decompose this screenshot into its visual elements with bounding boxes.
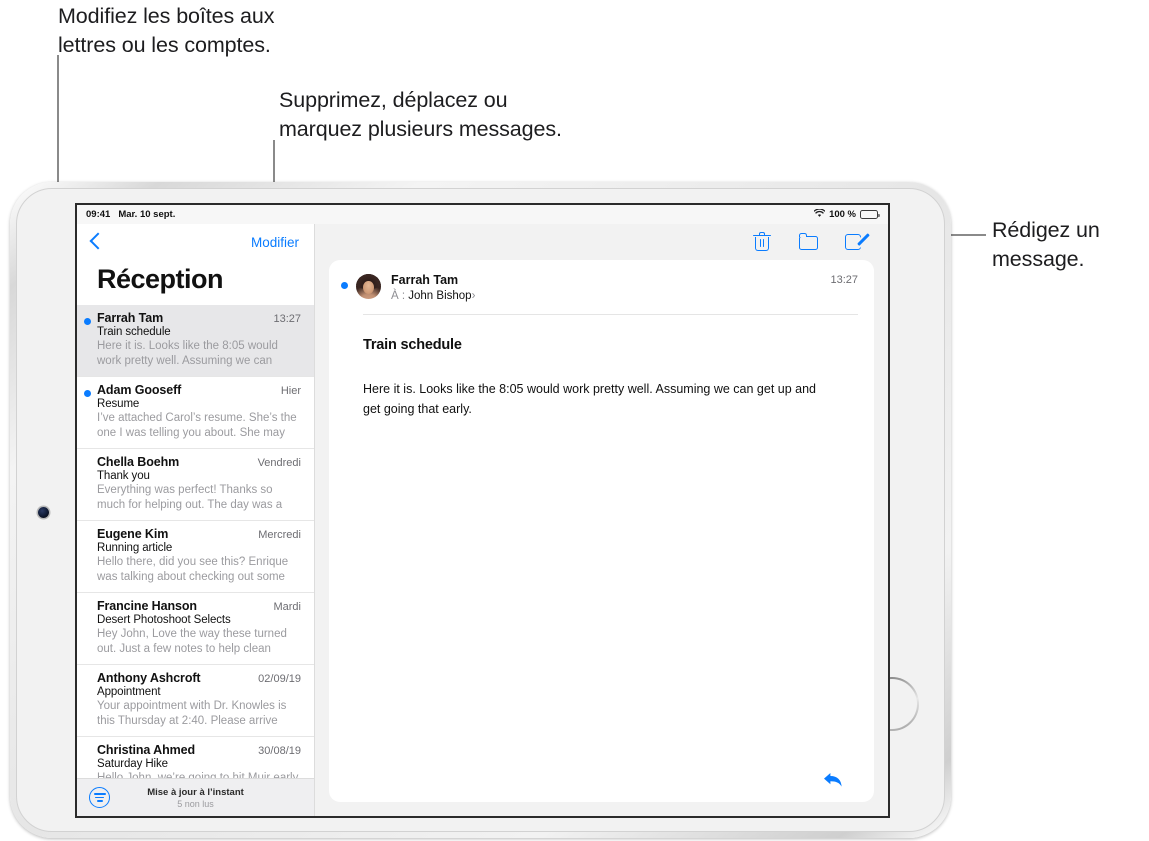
to-name: John Bishop [408, 290, 472, 302]
message-subject: Train schedule [97, 326, 171, 338]
contact-avatar [356, 274, 381, 299]
trash-icon[interactable] [752, 232, 772, 253]
message-subject: Train schedule [363, 337, 462, 353]
mailbox-sidebar: Modifier Réception Farrah Tam 13:27 Train … [77, 224, 315, 816]
message-row-top: Christina Ahmed 30/08/19 [97, 743, 301, 757]
message-row-top: Anthony Ashcroft 02/09/19 [97, 671, 301, 685]
message-list-item[interactable]: Adam Gooseff Hier Resume I’ve attached Caro… [77, 377, 314, 449]
status-bar-right: 100 % [813, 207, 880, 221]
message-sender: Eugene Kim [97, 527, 169, 541]
unread-dot-icon [84, 390, 91, 397]
message-sender: Farrah Tam [391, 273, 459, 287]
sidebar-footer: Mise à jour à l’instant 5 non lus [77, 778, 314, 816]
message-row-top: Francine Hanson Mardi [97, 599, 301, 613]
ipad-device-frame: 09:41 Mar. 10 sept. 100 % Modifier Récep… [10, 182, 951, 838]
message-body: Here it is. Looks like the 8:05 would wo… [363, 382, 817, 416]
message-sender: Christina Ahmed [97, 743, 196, 757]
message-recipient-row[interactable]: À : John Bishop› [391, 290, 820, 302]
split-view: Modifier Réception Farrah Tam 13:27 Train … [77, 224, 888, 816]
message-list-item[interactable]: Francine Hanson Mardi Desert Photoshoot Se… [77, 593, 314, 665]
compose-icon[interactable] [844, 232, 870, 253]
status-date: Mar. 10 sept. [118, 209, 176, 220]
message-preview: Hey John, Love the way these turned out.… [97, 628, 287, 655]
detail-toolbar [315, 224, 888, 260]
message-preview: I’ve attached Carol’s resume. She’s the … [97, 412, 297, 439]
message-date: 13:27 [273, 313, 301, 325]
status-time: 09:41 [86, 209, 111, 220]
message-sender: Farrah Tam [97, 311, 164, 325]
message-subject: Thank you [97, 470, 150, 482]
message-list-item[interactable]: Farrah Tam 13:27 Train schedule Here it is.… [77, 305, 314, 377]
filter-icon[interactable] [89, 787, 110, 808]
message-sender: Anthony Ashcroft [97, 671, 201, 685]
message-row-top: Eugene Kim Mercredi [97, 527, 301, 541]
unread-dot-icon [341, 282, 348, 289]
to-label: À : [391, 290, 406, 302]
message-date: Hier [280, 385, 301, 397]
callout-compose-message: Rédigez un message. [992, 218, 1100, 271]
callout-edit-mailboxes: Modifiez les boîtes aux lettres ou les c… [58, 4, 275, 57]
message-preview: Hello there, did you see this? Enrique w… [97, 556, 289, 583]
message-subject: Desert Photoshoot Selects [97, 614, 231, 626]
message-card: Farrah Tam À : John Bishop› 13:27 Train … [329, 260, 874, 802]
message-preview: Everything was perfect! Thanks so much f… [97, 484, 283, 511]
message-sender: Chella Boehm [97, 455, 180, 469]
message-row-top: Chella Boehm Vendredi [97, 455, 301, 469]
front-camera-icon [38, 507, 49, 518]
message-sender: Francine Hanson [97, 599, 197, 613]
mailbox-status: Mise à jour à l’instant 5 non lus [77, 787, 314, 809]
message-row-top: Farrah Tam 13:27 [97, 311, 301, 325]
message-list[interactable]: Farrah Tam 13:27 Train schedule Here it is.… [77, 305, 314, 778]
message-date: Vendredi [257, 457, 301, 469]
message-preview: Hello John, we’re going to hit Muir earl… [97, 772, 299, 778]
status-bar: 09:41 Mar. 10 sept. 100 % [77, 205, 888, 224]
message-list-item[interactable]: Anthony Ashcroft 02/09/19 Appointment Your … [77, 665, 314, 737]
message-detail-pane: Farrah Tam À : John Bishop› 13:27 Train … [315, 224, 888, 816]
message-date: Mardi [273, 601, 301, 613]
message-header-text: Farrah Tam À : John Bishop› [391, 273, 820, 302]
message-subject: Resume [97, 398, 140, 410]
sidebar-navigation-bar: Modifier [77, 224, 314, 260]
message-sender: Adam Gooseff [97, 383, 182, 397]
message-preview: Here it is. Looks like the 8:05 would wo… [97, 340, 278, 367]
chevron-left-icon[interactable] [89, 231, 102, 253]
wifi-icon [813, 207, 826, 221]
edit-button[interactable]: Modifier [251, 235, 299, 250]
message-subject: Appointment [97, 686, 161, 698]
message-time: 13:27 [830, 274, 858, 286]
page-title: Réception [97, 264, 224, 294]
message-date: Mercredi [258, 529, 301, 541]
ipad-screen: 09:41 Mar. 10 sept. 100 % Modifier Récep… [75, 203, 890, 818]
message-date: 02/09/19 [258, 673, 301, 685]
folder-icon[interactable] [798, 232, 818, 253]
reply-arrow-icon[interactable] [822, 771, 844, 789]
device-bezel: 09:41 Mar. 10 sept. 100 % Modifier Récep… [16, 188, 945, 832]
message-list-item[interactable]: Chella Boehm Vendredi Thank you Everything … [77, 449, 314, 521]
update-status-label: Mise à jour à l’instant [147, 786, 244, 798]
message-preview: Your appointment with Dr. Knowles is thi… [97, 700, 287, 727]
message-list-item[interactable]: Christina Ahmed 30/08/19 Saturday Hike Hell… [77, 737, 314, 778]
battery-icon [860, 210, 880, 219]
status-bar-left: 09:41 Mar. 10 sept. [86, 209, 175, 220]
message-subject: Running article [97, 542, 173, 554]
callout-manage-messages: Supprimez, déplacez ou marquez plusieurs… [279, 88, 562, 141]
message-subject: Saturday Hike [97, 758, 168, 770]
message-list-item[interactable]: Eugene Kim Mercredi Running article Hello t… [77, 521, 314, 593]
message-row-top: Adam Gooseff Hier [97, 383, 301, 397]
unread-dot-icon [84, 318, 91, 325]
message-header: Farrah Tam À : John Bishop› 13:27 [329, 260, 874, 302]
battery-percent-label: 100 % [829, 209, 856, 220]
chevron-right-icon: › [471, 290, 476, 302]
message-date: 30/08/19 [258, 745, 301, 757]
unread-count-label: 5 non lus [177, 798, 214, 809]
